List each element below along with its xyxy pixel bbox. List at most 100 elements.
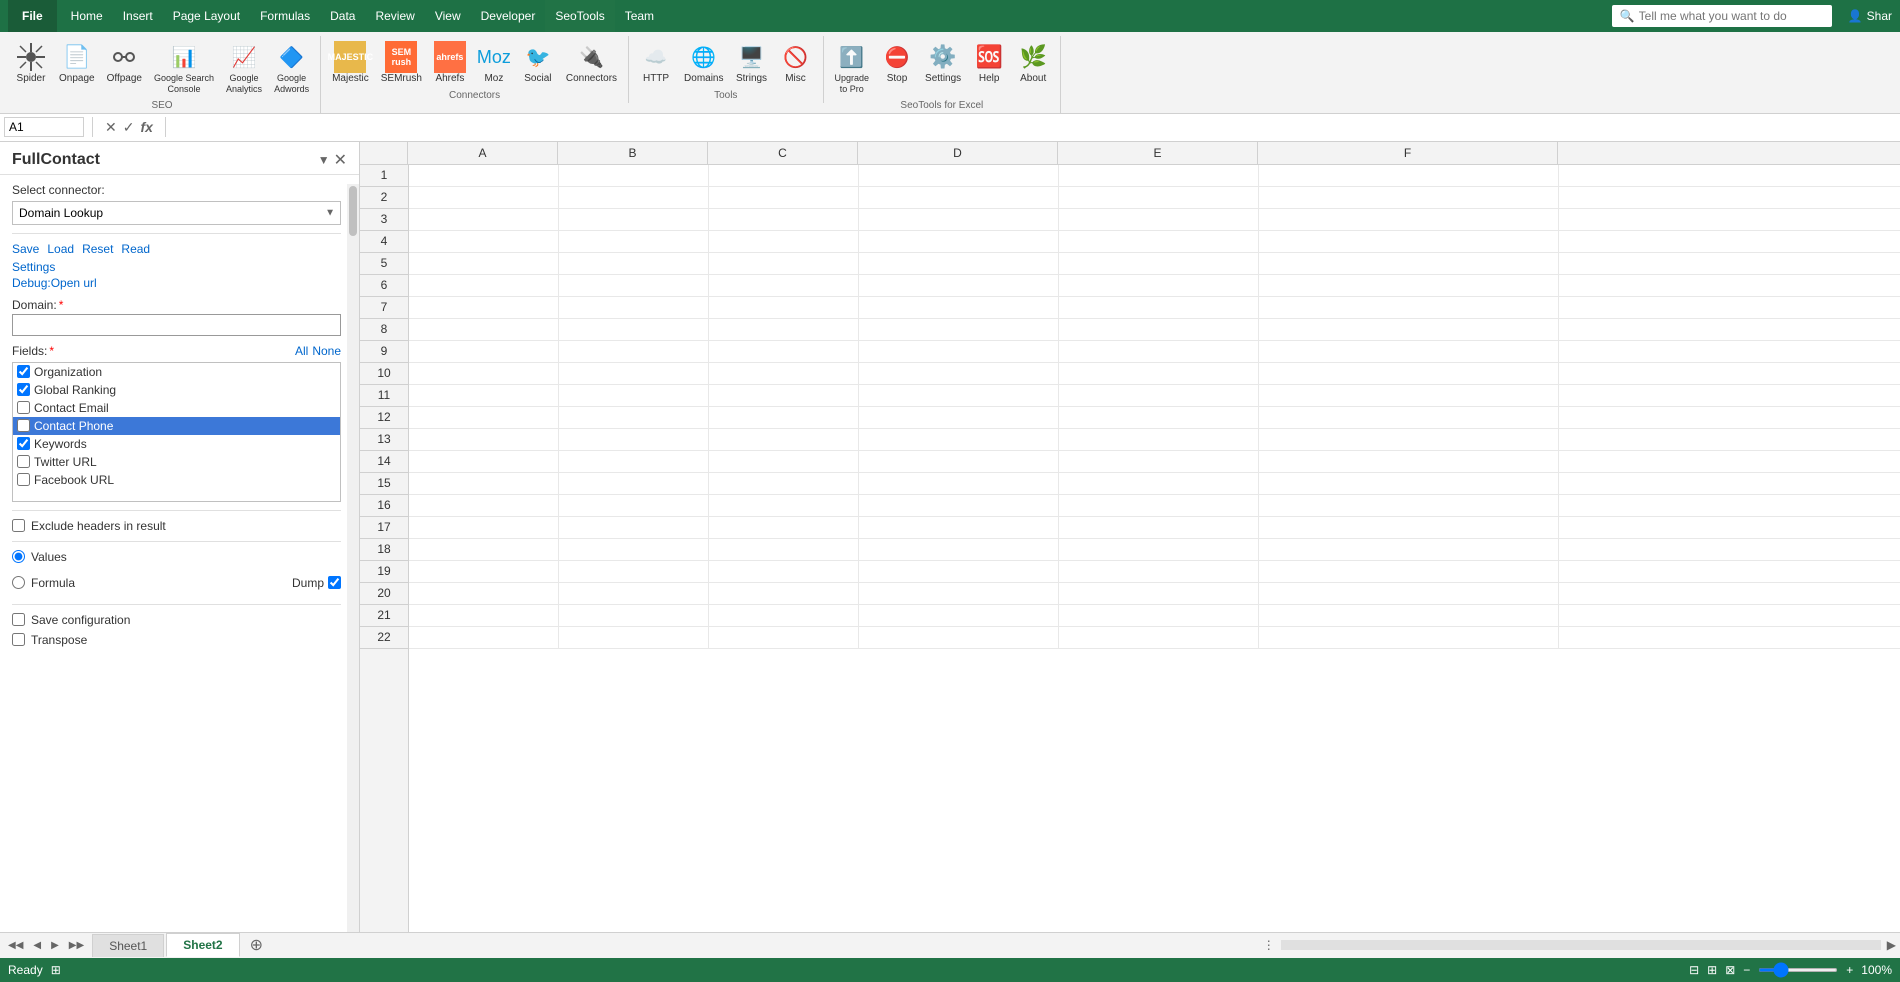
- grid-cell[interactable]: [709, 341, 859, 363]
- field-item-organization[interactable]: Organization: [13, 363, 340, 381]
- menu-team[interactable]: Team: [615, 0, 664, 32]
- values-radio[interactable]: [12, 550, 25, 563]
- domains-button[interactable]: 🌐 Domains: [679, 38, 728, 88]
- grid-cell[interactable]: [559, 539, 709, 561]
- field-checkbox-contact-phone[interactable]: [17, 419, 30, 432]
- menu-developer[interactable]: Developer: [471, 0, 546, 32]
- grid-cell[interactable]: [859, 451, 1059, 473]
- row-header-14[interactable]: 14: [360, 451, 408, 473]
- field-item-contact-email[interactable]: Contact Email: [13, 399, 340, 417]
- grid-cell[interactable]: [1059, 297, 1259, 319]
- grid-cell[interactable]: [409, 451, 559, 473]
- grid-cell[interactable]: [409, 209, 559, 231]
- grid-cell[interactable]: [1259, 583, 1559, 605]
- grid-cell[interactable]: [409, 385, 559, 407]
- grid-cell[interactable]: [409, 231, 559, 253]
- grid-cell[interactable]: [859, 385, 1059, 407]
- grid-cell[interactable]: [859, 605, 1059, 627]
- row-header-11[interactable]: 11: [360, 385, 408, 407]
- grid-cell[interactable]: [859, 363, 1059, 385]
- grid-cell[interactable]: [409, 363, 559, 385]
- grid-cell[interactable]: [709, 253, 859, 275]
- col-header-e[interactable]: E: [1058, 142, 1258, 164]
- menu-home[interactable]: Home: [61, 0, 113, 32]
- insert-function-icon[interactable]: fx: [140, 119, 152, 136]
- upgrade-to-pro-button[interactable]: ⬆️ Upgradeto Pro: [830, 38, 875, 98]
- save-link[interactable]: Save: [12, 242, 39, 256]
- reset-link[interactable]: Reset: [82, 242, 113, 256]
- field-item-contact-phone[interactable]: Contact Phone: [13, 417, 340, 435]
- none-link[interactable]: None: [312, 344, 341, 358]
- sheet-scroll-right[interactable]: ▶: [1887, 938, 1896, 952]
- col-header-b[interactable]: B: [558, 142, 708, 164]
- grid-cell[interactable]: [709, 165, 859, 187]
- grid-cell[interactable]: [709, 363, 859, 385]
- http-button[interactable]: ☁️ HTTP: [635, 38, 677, 88]
- grid-cell[interactable]: [1059, 363, 1259, 385]
- grid-cell[interactable]: [709, 319, 859, 341]
- file-menu-button[interactable]: File: [8, 0, 57, 32]
- grid-cell[interactable]: [409, 275, 559, 297]
- field-checkbox-organization[interactable]: [17, 365, 30, 378]
- grid-cell[interactable]: [559, 385, 709, 407]
- grid-cell[interactable]: [709, 605, 859, 627]
- domain-input[interactable]: [12, 314, 341, 336]
- grid-cell[interactable]: [409, 539, 559, 561]
- grid-cell[interactable]: [709, 473, 859, 495]
- view-page-layout-icon[interactable]: ⊞: [1707, 963, 1717, 977]
- zoom-slider[interactable]: [1758, 968, 1838, 972]
- grid-cell[interactable]: [1059, 385, 1259, 407]
- grid-cell[interactable]: [859, 627, 1059, 649]
- grid-cell[interactable]: [559, 231, 709, 253]
- row-header-20[interactable]: 20: [360, 583, 408, 605]
- grid-cell[interactable]: [1259, 209, 1559, 231]
- sidebar-dropdown-icon[interactable]: ▼: [318, 153, 330, 167]
- menu-insert[interactable]: Insert: [113, 0, 163, 32]
- field-item-keywords[interactable]: Keywords: [13, 435, 340, 453]
- grid-cell[interactable]: [1059, 165, 1259, 187]
- grid-cell[interactable]: [859, 253, 1059, 275]
- grid-cell[interactable]: [559, 165, 709, 187]
- grid-cell[interactable]: [859, 297, 1059, 319]
- settings-ribbon-button[interactable]: ⚙️ Settings: [920, 38, 966, 88]
- grid-cell[interactable]: [709, 231, 859, 253]
- grid-cell[interactable]: [1259, 165, 1559, 187]
- grid-cell[interactable]: [409, 583, 559, 605]
- grid-cell[interactable]: [709, 297, 859, 319]
- load-link[interactable]: Load: [47, 242, 74, 256]
- grid-cell[interactable]: [409, 473, 559, 495]
- grid-cell[interactable]: [1259, 319, 1559, 341]
- grid-cell[interactable]: [1059, 605, 1259, 627]
- grid-cell[interactable]: [1259, 297, 1559, 319]
- sheet-tab-sheet1[interactable]: Sheet1: [92, 934, 164, 957]
- grid-cell[interactable]: [1059, 451, 1259, 473]
- grid-cell[interactable]: [559, 561, 709, 583]
- field-item-global-ranking[interactable]: Global Ranking: [13, 381, 340, 399]
- grid-cell[interactable]: [559, 473, 709, 495]
- row-header-2[interactable]: 2: [360, 187, 408, 209]
- sheet-scroll-bar[interactable]: [1281, 940, 1881, 950]
- semrush-button[interactable]: SEMrush SEMrush: [376, 38, 427, 88]
- grid-cell[interactable]: [559, 627, 709, 649]
- grid-cell[interactable]: [1259, 385, 1559, 407]
- grid-cell[interactable]: [709, 429, 859, 451]
- grid-cell[interactable]: [859, 495, 1059, 517]
- help-button[interactable]: 🆘 Help: [968, 38, 1010, 88]
- grid-cell[interactable]: [409, 495, 559, 517]
- settings-link[interactable]: Settings: [12, 260, 341, 274]
- sidebar-scrollbar-thumb[interactable]: [349, 186, 357, 236]
- google-adwords-button[interactable]: 🔷 GoogleAdwords: [269, 38, 314, 98]
- grid-cell[interactable]: [859, 187, 1059, 209]
- grid-cell[interactable]: [559, 429, 709, 451]
- grid-cell[interactable]: [409, 407, 559, 429]
- grid-cell[interactable]: [859, 275, 1059, 297]
- grid-cell[interactable]: [1259, 517, 1559, 539]
- zoom-in-icon[interactable]: +: [1846, 963, 1853, 977]
- onpage-button[interactable]: 📄 Onpage: [54, 38, 100, 88]
- grid-cell[interactable]: [409, 627, 559, 649]
- grid-cell[interactable]: [1059, 429, 1259, 451]
- grid-cell[interactable]: [1259, 231, 1559, 253]
- row-header-17[interactable]: 17: [360, 517, 408, 539]
- grid-cell[interactable]: [1259, 473, 1559, 495]
- exclude-headers-checkbox[interactable]: [12, 519, 25, 532]
